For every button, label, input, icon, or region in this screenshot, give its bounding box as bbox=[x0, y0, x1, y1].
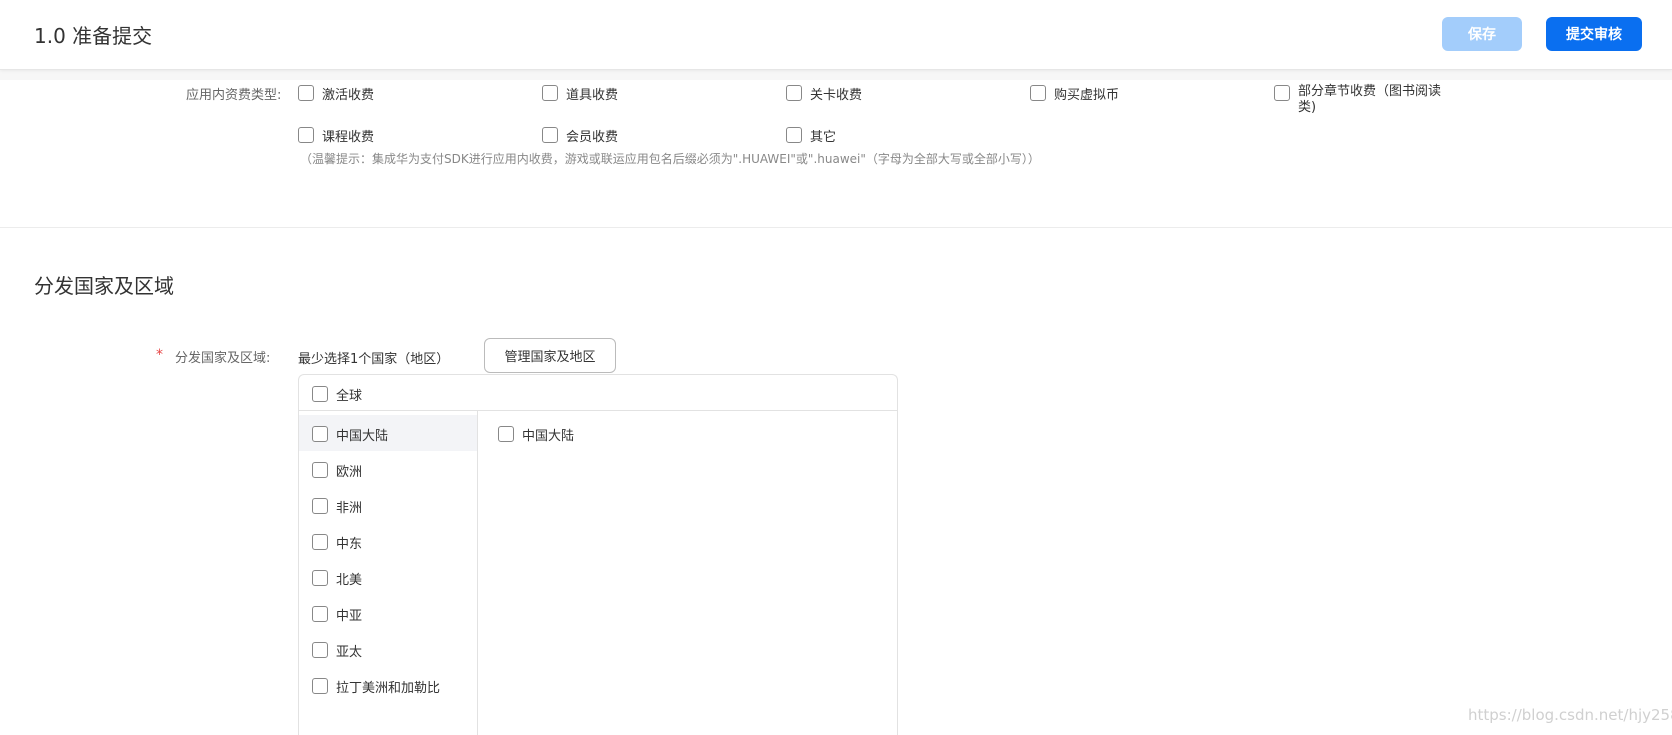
option-label: 购买虚拟币 bbox=[1054, 88, 1120, 103]
region-checkbox[interactable]: 中国大陆 bbox=[312, 425, 388, 444]
region-selector-panel: 全球 中国大陆 欧洲 非洲 中东 北美 中亚 亚太 拉丁美洲和加勒比 中国大陆 bbox=[298, 374, 898, 735]
checkbox-icon[interactable] bbox=[312, 534, 328, 550]
region-item-europe[interactable]: 欧洲 bbox=[299, 451, 477, 487]
checkbox-icon[interactable] bbox=[312, 426, 328, 442]
checkbox-icon[interactable] bbox=[312, 678, 328, 694]
region-label: 非洲 bbox=[336, 501, 363, 516]
checkbox-icon[interactable] bbox=[498, 426, 514, 442]
region-checkbox[interactable]: 中东 bbox=[312, 533, 362, 552]
top-bar: 1.0 准备提交 保存 提交审核 bbox=[0, 0, 1672, 70]
option-label: 其它 bbox=[810, 130, 837, 145]
manage-countries-button[interactable]: 管理国家及地区 bbox=[484, 338, 616, 373]
region-label: 北美 bbox=[336, 573, 363, 588]
distribution-section-title: 分发国家及区域 bbox=[34, 274, 174, 298]
option-label: 会员收费 bbox=[566, 130, 619, 145]
section-divider bbox=[0, 227, 1672, 228]
watermark: https://blog.csdn.net/hjy258 bbox=[1468, 706, 1672, 724]
checkbox-icon[interactable] bbox=[1274, 85, 1290, 101]
iap-option-other[interactable]: 其它 bbox=[786, 126, 836, 145]
checkbox-icon[interactable] bbox=[298, 127, 314, 143]
save-button[interactable]: 保存 bbox=[1442, 17, 1522, 51]
checkbox-icon[interactable] bbox=[542, 85, 558, 101]
region-item-central-asia[interactable]: 中亚 bbox=[299, 595, 477, 631]
checkbox-icon[interactable] bbox=[1030, 85, 1046, 101]
global-label: 全球 bbox=[336, 389, 363, 404]
region-checkbox[interactable]: 北美 bbox=[312, 569, 362, 588]
checkbox-icon[interactable] bbox=[312, 462, 328, 478]
distribution-label: 分发国家及区域: bbox=[175, 351, 271, 366]
region-checkbox[interactable]: 拉丁美洲和加勒比 bbox=[312, 677, 440, 696]
header-strip bbox=[0, 70, 1672, 80]
iap-option-props[interactable]: 道具收费 bbox=[542, 84, 618, 103]
region-item-middle-east[interactable]: 中东 bbox=[299, 523, 477, 559]
region-label: 中国大陆 bbox=[336, 429, 389, 444]
checkbox-icon[interactable] bbox=[786, 85, 802, 101]
checkbox-icon[interactable] bbox=[312, 498, 328, 514]
option-label: 激活收费 bbox=[322, 88, 375, 103]
iap-type-label: 应用内资费类型: bbox=[186, 88, 282, 103]
region-label: 中东 bbox=[336, 537, 363, 552]
region-checkbox[interactable]: 非洲 bbox=[312, 497, 362, 516]
iap-option-membership[interactable]: 会员收费 bbox=[542, 126, 618, 145]
region-checkbox[interactable]: 欧洲 bbox=[312, 461, 362, 480]
iap-option-activation[interactable]: 激活收费 bbox=[298, 84, 374, 103]
iap-hint: （温馨提示：集成华为支付SDK进行应用内收费，游戏或联运应用包名后缀必须为".H… bbox=[300, 152, 1040, 166]
region-label: 拉丁美洲和加勒比 bbox=[336, 681, 441, 696]
country-label: 中国大陆 bbox=[522, 429, 575, 444]
checkbox-icon[interactable] bbox=[786, 127, 802, 143]
region-item-asia-pacific[interactable]: 亚太 bbox=[299, 631, 477, 667]
global-row: 全球 bbox=[299, 375, 897, 411]
iap-option-levels[interactable]: 关卡收费 bbox=[786, 84, 862, 103]
checkbox-icon[interactable] bbox=[312, 386, 328, 402]
option-label: 部分章节收费（图书阅读类) bbox=[1298, 84, 1442, 115]
min-selection-text: 最少选择1个国家（地区） bbox=[298, 352, 450, 367]
required-mark: * bbox=[156, 347, 163, 363]
region-list: 中国大陆 欧洲 非洲 中东 北美 中亚 亚太 拉丁美洲和加勒比 bbox=[299, 411, 478, 735]
option-label: 课程收费 bbox=[322, 130, 375, 145]
iap-option-chapters[interactable]: 部分章节收费（图书阅读类) bbox=[1274, 84, 1444, 116]
checkbox-icon[interactable] bbox=[542, 127, 558, 143]
global-checkbox[interactable]: 全球 bbox=[312, 385, 362, 404]
region-label: 中亚 bbox=[336, 609, 363, 624]
region-label: 欧洲 bbox=[336, 465, 363, 480]
region-label: 亚太 bbox=[336, 645, 363, 660]
submit-review-button[interactable]: 提交审核 bbox=[1546, 17, 1642, 51]
region-checkbox[interactable]: 亚太 bbox=[312, 641, 362, 660]
country-item-china-mainland[interactable]: 中国大陆 bbox=[498, 425, 574, 444]
page-title: 1.0 准备提交 bbox=[34, 24, 153, 48]
checkbox-icon[interactable] bbox=[312, 570, 328, 586]
option-label: 关卡收费 bbox=[810, 88, 863, 103]
checkbox-icon[interactable] bbox=[312, 606, 328, 622]
option-label: 道具收费 bbox=[566, 88, 619, 103]
region-item-africa[interactable]: 非洲 bbox=[299, 487, 477, 523]
iap-option-course[interactable]: 课程收费 bbox=[298, 126, 374, 145]
checkbox-icon[interactable] bbox=[298, 85, 314, 101]
region-item-latin-america[interactable]: 拉丁美洲和加勒比 bbox=[299, 667, 477, 703]
region-checkbox[interactable]: 中亚 bbox=[312, 605, 362, 624]
iap-option-virtual-currency[interactable]: 购买虚拟币 bbox=[1030, 84, 1119, 103]
checkbox-icon[interactable] bbox=[312, 642, 328, 658]
region-item-north-america[interactable]: 北美 bbox=[299, 559, 477, 595]
region-item-china-mainland[interactable]: 中国大陆 bbox=[299, 415, 477, 451]
